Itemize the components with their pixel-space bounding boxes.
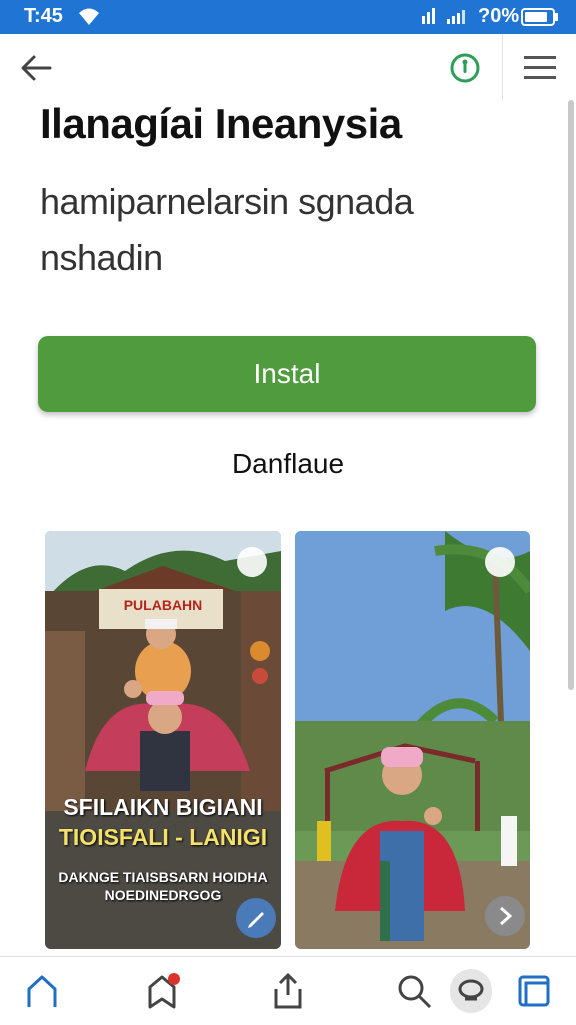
- chevron-right-icon[interactable]: [485, 896, 525, 936]
- hamburger-menu-icon[interactable]: [520, 52, 560, 84]
- battery-percentage: ?0%: [478, 5, 520, 27]
- tabs-icon[interactable]: [512, 969, 556, 1013]
- status-time: T:45: [24, 5, 63, 27]
- app-title: Ilanagíai Ineanysia: [40, 100, 402, 147]
- wifi-icon: [78, 5, 100, 32]
- search-icon[interactable]: [392, 969, 436, 1013]
- info-circle-icon[interactable]: [448, 51, 482, 85]
- screenshot-caption: DAKNGE TIAISBSARN HOIDHA: [58, 869, 268, 885]
- screenshot-image: [295, 531, 530, 949]
- status-bar: T:45 ?0%: [0, 0, 576, 34]
- signal-icon: [420, 6, 440, 31]
- badge-circle: [485, 547, 515, 577]
- app-subtitle: hamiparnelarsin sgnada nshadin: [40, 181, 414, 278]
- screenshot-caption: TIOISFALI - LANIGI: [58, 824, 268, 850]
- badge-circle: [237, 547, 267, 577]
- share-icon[interactable]: [266, 969, 310, 1013]
- screenshot-banner: PULABAHN: [123, 597, 203, 613]
- install-button[interactable]: Instal: [38, 336, 536, 412]
- screenshot-card[interactable]: [295, 531, 530, 949]
- bookmark-icon[interactable]: [140, 969, 184, 1013]
- edit-icon[interactable]: [236, 898, 276, 938]
- bottom-navigation: [0, 956, 576, 1025]
- screenshot-card[interactable]: PULABAHN SFILAIKN BIGIANI TIOISFALI - LA…: [45, 531, 281, 949]
- battery-icon: [521, 8, 559, 31]
- screenshot-caption: SFILAIKN BIGIANI: [63, 794, 263, 820]
- chat-icon[interactable]: [450, 969, 492, 1013]
- top-app-bar: [0, 34, 576, 100]
- secondary-link[interactable]: Danflaue: [0, 448, 576, 480]
- cell-signal-icon: [446, 6, 470, 31]
- divider: [502, 34, 503, 100]
- home-icon[interactable]: [20, 969, 64, 1013]
- scrollbar[interactable]: [568, 100, 574, 690]
- back-arrow-icon[interactable]: [18, 50, 54, 86]
